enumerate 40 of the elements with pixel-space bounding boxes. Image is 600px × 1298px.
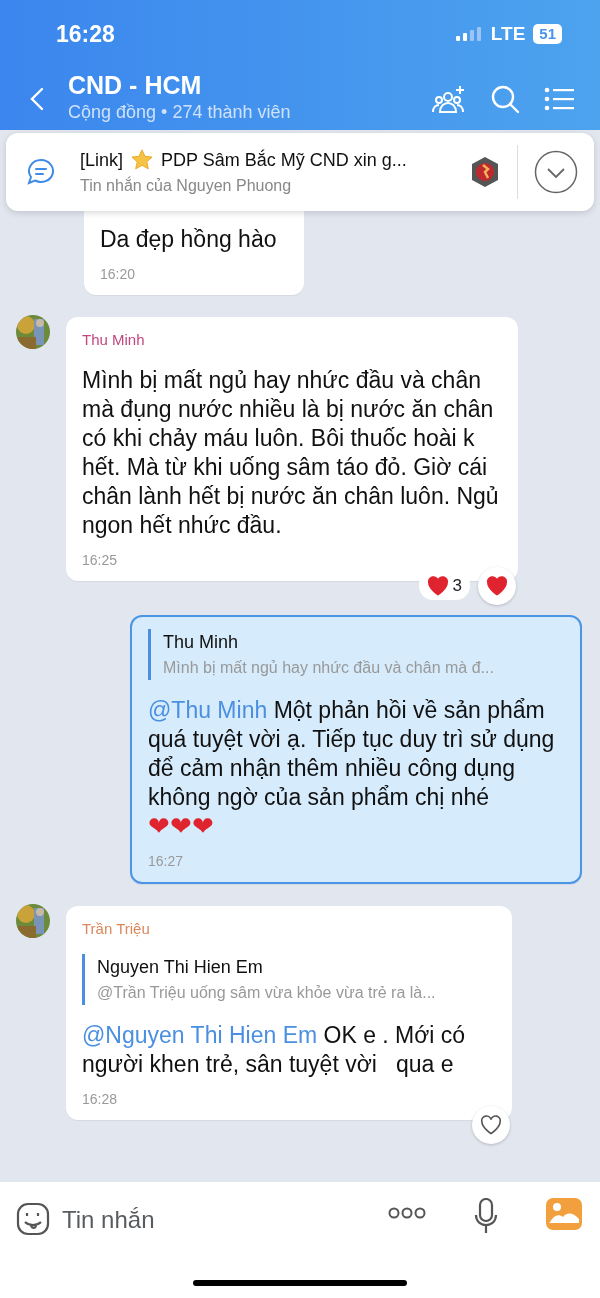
signal-icon bbox=[455, 27, 483, 41]
status-time: 16:28 bbox=[56, 19, 115, 49]
network-type: LTE bbox=[490, 21, 526, 46]
message-text: Mình bị mất ngủ hay nhức đầu và chân mà đụng nước nhiều là bị nước ăn chân có khi chảy máu luôn. Bôi thuốc hoài k hết. Mà từ khi uống sâm táo đỏ. Giờ cái chân lành hết bị nước ăn chân luôn. Ngủ ngon hết nhức đầu. bbox=[82, 365, 500, 540]
search-icon[interactable] bbox=[490, 84, 520, 114]
more-icon[interactable] bbox=[388, 1206, 426, 1220]
quote-excerpt: @Trần Triệu uống sâm vừa khỏe vừa trẻ ra là... bbox=[97, 983, 437, 1003]
heart-icon bbox=[486, 575, 508, 596]
message-time: 16:25 bbox=[82, 550, 119, 570]
microphone-icon[interactable] bbox=[474, 1198, 498, 1234]
pinned-message-bar[interactable]: [Link] PDP Sâm Bắc Mỹ CND xin g... Tin nhắn của Nguyen Phuong bbox=[6, 133, 594, 211]
message-icon bbox=[26, 157, 56, 187]
expand-button[interactable] bbox=[534, 150, 578, 194]
sender-name: Thu Minh bbox=[82, 330, 146, 350]
pinned-message-caption: Tin nhắn của Nguyen Phuong bbox=[80, 175, 293, 196]
quote-author: Thu Minh bbox=[163, 630, 240, 654]
pinned-message-title: PDP Sâm Bắc Mỹ CND xin g... bbox=[161, 148, 407, 172]
heart-icon bbox=[426, 575, 449, 596]
sticker-icon[interactable] bbox=[16, 1202, 50, 1236]
chat-subtitle: Cộng đồng • 274 thành viên bbox=[68, 101, 292, 125]
add-member-icon[interactable] bbox=[432, 84, 466, 114]
heart-icon bbox=[480, 1115, 502, 1135]
message-time: 16:27 bbox=[148, 851, 185, 871]
logo-icon bbox=[469, 156, 501, 188]
message-text: @Thu Minh Một phản hồi về sản phẩm quá tuyệt vời ạ. Tiếp tục duy trì sử dụng để cảm nhận thêm nhiều công dụng không ngờ của sản phẩm chị nhé bbox=[148, 695, 556, 812]
quote-author: Nguyen Thi Hien Em bbox=[97, 956, 264, 979]
menu-icon[interactable] bbox=[544, 87, 574, 111]
heart-emojis: ❤❤❤ bbox=[148, 811, 215, 841]
star-icon bbox=[131, 149, 154, 171]
sender-name: Trần Triệu bbox=[82, 918, 151, 939]
message-time: 16:20 bbox=[100, 265, 137, 284]
quote-excerpt: Mình bị mất ngủ hay nhức đầu và chân mà đ... bbox=[163, 657, 495, 678]
react-button[interactable] bbox=[472, 1106, 510, 1144]
message-text: @Nguyen Thi Hien Em OK e . Mới có người khen trẻ, sân tuyệt vời qua e bbox=[82, 1021, 467, 1079]
battery-level: 51 bbox=[533, 24, 562, 44]
pinned-link-tag: [Link] bbox=[80, 146, 124, 174]
message-time: 16:28 bbox=[82, 1090, 119, 1109]
message-text: Da đẹp hồng hào bbox=[100, 225, 278, 254]
chat-title: CND - HCM bbox=[68, 71, 203, 100]
back-icon[interactable] bbox=[30, 87, 44, 111]
